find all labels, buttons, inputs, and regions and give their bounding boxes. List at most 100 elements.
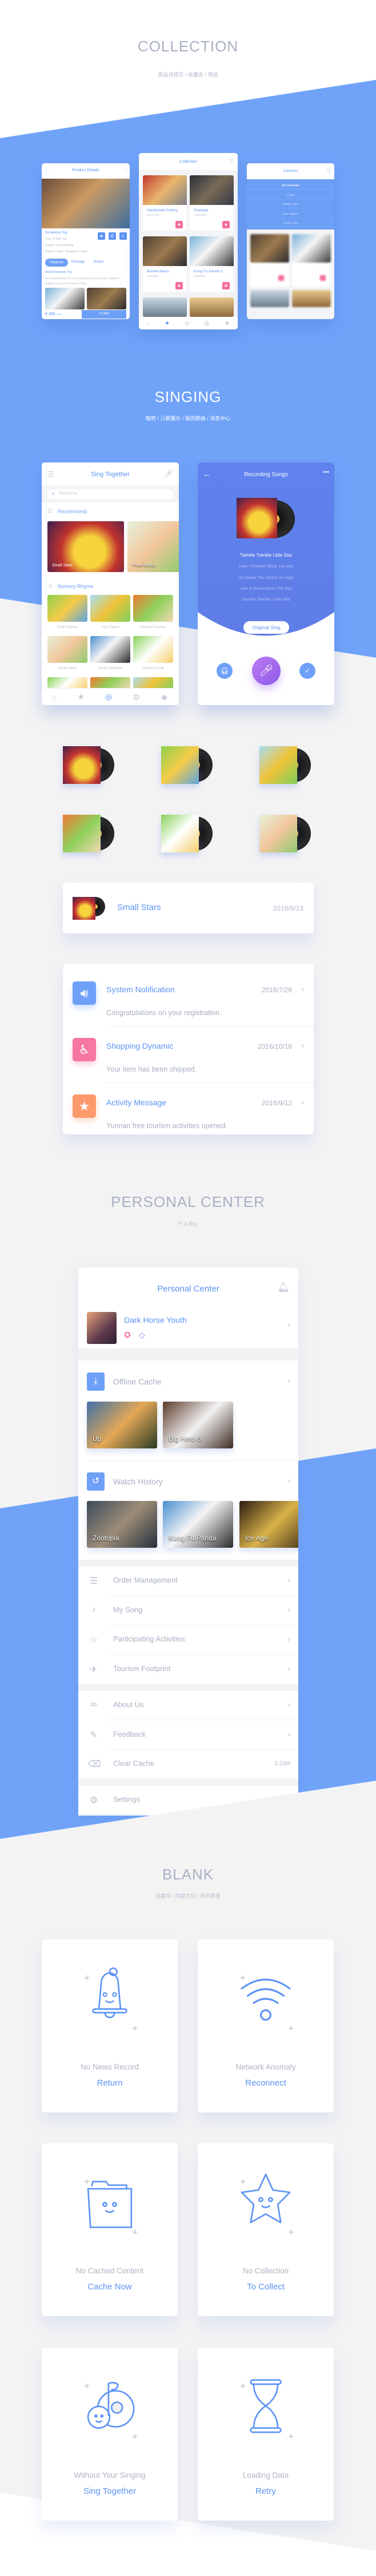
home-icon[interactable]: ⌂ (52, 693, 57, 702)
message-row[interactable]: ♿︎ Shopping Dynamic 2016/10/18 › Your item h… (63, 1038, 314, 1092)
recommend-card[interactable]: Three Monks (127, 521, 179, 572)
tab-package[interactable]: Package (71, 260, 85, 264)
chevron-right-icon: › (287, 1700, 290, 1709)
song-record[interactable] (63, 746, 120, 784)
tab-notice[interactable]: Notice (94, 260, 103, 264)
nursery-title[interactable]: Good Mom (47, 666, 87, 670)
profile-row[interactable]: Dark Horse Youth ✪ ◇ › (78, 1301, 298, 1349)
history-video[interactable]: Zootopia (87, 1501, 157, 1548)
message-row[interactable]: 🔊︎ System Notification 2016/7/28 › Congratul… (63, 981, 314, 1036)
filter-icon[interactable]: ▽ (229, 158, 234, 164)
empty-state-label: No Cached Content (75, 2267, 144, 2275)
song-card[interactable]: Small Stars 2016/9/13 (63, 883, 314, 933)
menu-item[interactable]: ☆ Participating Activities › (78, 1625, 298, 1655)
nursery-thumbnail[interactable] (133, 595, 173, 622)
empty-state-action[interactable]: Return (42, 2078, 178, 2088)
star-icon[interactable]: ★ (222, 221, 230, 228)
tab-features[interactable]: Features (45, 259, 68, 267)
chevron-right-icon[interactable]: › (287, 1376, 290, 1385)
planet-icon[interactable]: ◍ (205, 320, 210, 327)
target-icon[interactable]: ◎ (185, 320, 190, 327)
nursery-title[interactable]: Two Tigers (90, 625, 130, 629)
target-icon[interactable]: ◎ (105, 692, 112, 702)
headphones-icon[interactable]: 🎧︎ (217, 663, 233, 679)
menu-item[interactable]: ⌫ Clear Cache 5.23M (78, 1750, 298, 1779)
nursery-thumbnail[interactable] (90, 595, 130, 622)
empty-state-action[interactable]: To Collect (198, 2282, 334, 2292)
filter-option[interactable]: Sing Together (247, 212, 334, 218)
song-record[interactable] (63, 815, 120, 852)
home-icon[interactable]: ⌂ (146, 320, 150, 327)
more-icon[interactable]: ··· (122, 167, 126, 172)
filter-option[interactable]: Activity (247, 194, 334, 199)
menu-item[interactable]: ✈ Tourism Footprint › (78, 1655, 298, 1684)
nursery-thumbnail[interactable] (90, 636, 130, 663)
star-icon[interactable]: ★ (175, 282, 183, 289)
star-icon[interactable]: ★ (98, 232, 105, 240)
menu-item[interactable]: ✎ Feedback › (78, 1721, 298, 1750)
offline-video[interactable]: Big Hero 6 (163, 1402, 233, 1448)
nursery-title[interactable]: School Song (133, 666, 173, 670)
search-input[interactable]: ⌕ Search for (47, 489, 173, 499)
filter-option[interactable]: All Collections (247, 184, 334, 190)
menu-item[interactable]: ∞ About Us › (78, 1691, 298, 1720)
filter-icon[interactable]: ▽ (327, 168, 331, 174)
message-row[interactable]: ★ Activity Message 2016/9/12 › Yunnan free t… (63, 1094, 314, 1149)
star-icon[interactable]: ★ (77, 692, 85, 702)
watch-history-label[interactable]: Watch History (113, 1477, 163, 1486)
chevron-right-icon: › (287, 1604, 290, 1614)
menu-item[interactable]: ☰ Order Management › (78, 1567, 298, 1596)
to-pay-button[interactable]: TO PAY (82, 310, 126, 319)
check-icon[interactable]: ✓ (299, 663, 315, 679)
record-microphone-button[interactable]: 🎤︎ (252, 657, 281, 685)
favorite-card[interactable]: Boonie Bears 2016/10/8 ★ (143, 236, 187, 292)
nursery-thumbnail[interactable] (47, 595, 87, 622)
offline-cache-label[interactable]: Offline Cache (113, 1377, 162, 1386)
nursery-title[interactable]: Small Swallow (90, 666, 130, 670)
favorite-image (190, 175, 234, 205)
recommend-card[interactable]: Small Stars (47, 521, 124, 572)
favorite-card[interactable]: Zootopia 2016/10/18 ★ (190, 175, 234, 231)
nursery-title[interactable]: Find Friends (47, 625, 87, 629)
star-icon[interactable]: ★ (165, 320, 170, 327)
empty-state-action[interactable]: Cache Now (42, 2282, 178, 2292)
chevron-right-icon[interactable]: › (287, 1476, 290, 1485)
nursery-thumbnail[interactable] (133, 636, 173, 663)
robot-icon[interactable]: ☻ (224, 320, 230, 327)
empty-state-action[interactable]: Sing Together (42, 2486, 178, 2496)
song-record[interactable] (161, 746, 218, 784)
phone-icon[interactable]: ✆ (109, 232, 116, 240)
song-record[interactable] (259, 815, 317, 852)
empty-state-action[interactable]: Reconnect (198, 2078, 334, 2088)
planet-icon[interactable]: ◍ (133, 692, 139, 702)
bell-icon[interactable]: 🔔︎ (277, 1282, 290, 1293)
lyric-line: Twinkle Twinkle Little Star (239, 553, 293, 558)
section-subtitle-collection: 商品详情页 / 收藏夹 / 筛选 (158, 72, 218, 78)
nursery-thumbnail[interactable] (47, 636, 87, 663)
star-icon[interactable]: ★ (175, 221, 183, 228)
empty-state-action[interactable]: Retry (198, 2486, 334, 2496)
section-subtitle-blank: 加载中 / 内容为空 / 访问异常 (155, 1893, 221, 1899)
menu-item-label: Tourism Footprint (113, 1664, 171, 1673)
favorite-card[interactable]: Kung Fu Panda 3 2016/9/26 ★ (190, 236, 234, 292)
more-icon[interactable]: ••• (323, 469, 329, 476)
filter-option[interactable]: Family Travel (247, 222, 334, 227)
section-title-collection: COLLECTION (137, 38, 239, 55)
robot-icon[interactable]: ☻ (160, 693, 169, 702)
star-icon (240, 2174, 294, 2235)
shield-icon[interactable]: ✓ (119, 232, 127, 240)
filter-option[interactable]: Children Video (247, 203, 334, 208)
menu-item[interactable]: ♪ My Song › (78, 1596, 298, 1625)
history-video[interactable]: Ice Age (239, 1501, 298, 1548)
nursery-title[interactable]: Harvest Carrots (133, 625, 173, 629)
history-video[interactable]: Kung Fu Panda (163, 1501, 233, 1548)
offline-video[interactable]: Up (87, 1402, 157, 1448)
song-record[interactable] (161, 815, 218, 852)
message-text: Yunnan free tourism activities opened. (106, 1122, 227, 1130)
song-record[interactable] (259, 746, 317, 784)
microphone-icon[interactable]: 🎤︎ (163, 469, 173, 478)
star-icon[interactable]: ★ (222, 282, 230, 289)
favorite-card[interactable]: Handmade Pottery 2016/10/22 ★ (143, 175, 187, 231)
folder-icon (84, 2179, 138, 2235)
original-sing-button[interactable]: Original Sing (243, 621, 289, 634)
